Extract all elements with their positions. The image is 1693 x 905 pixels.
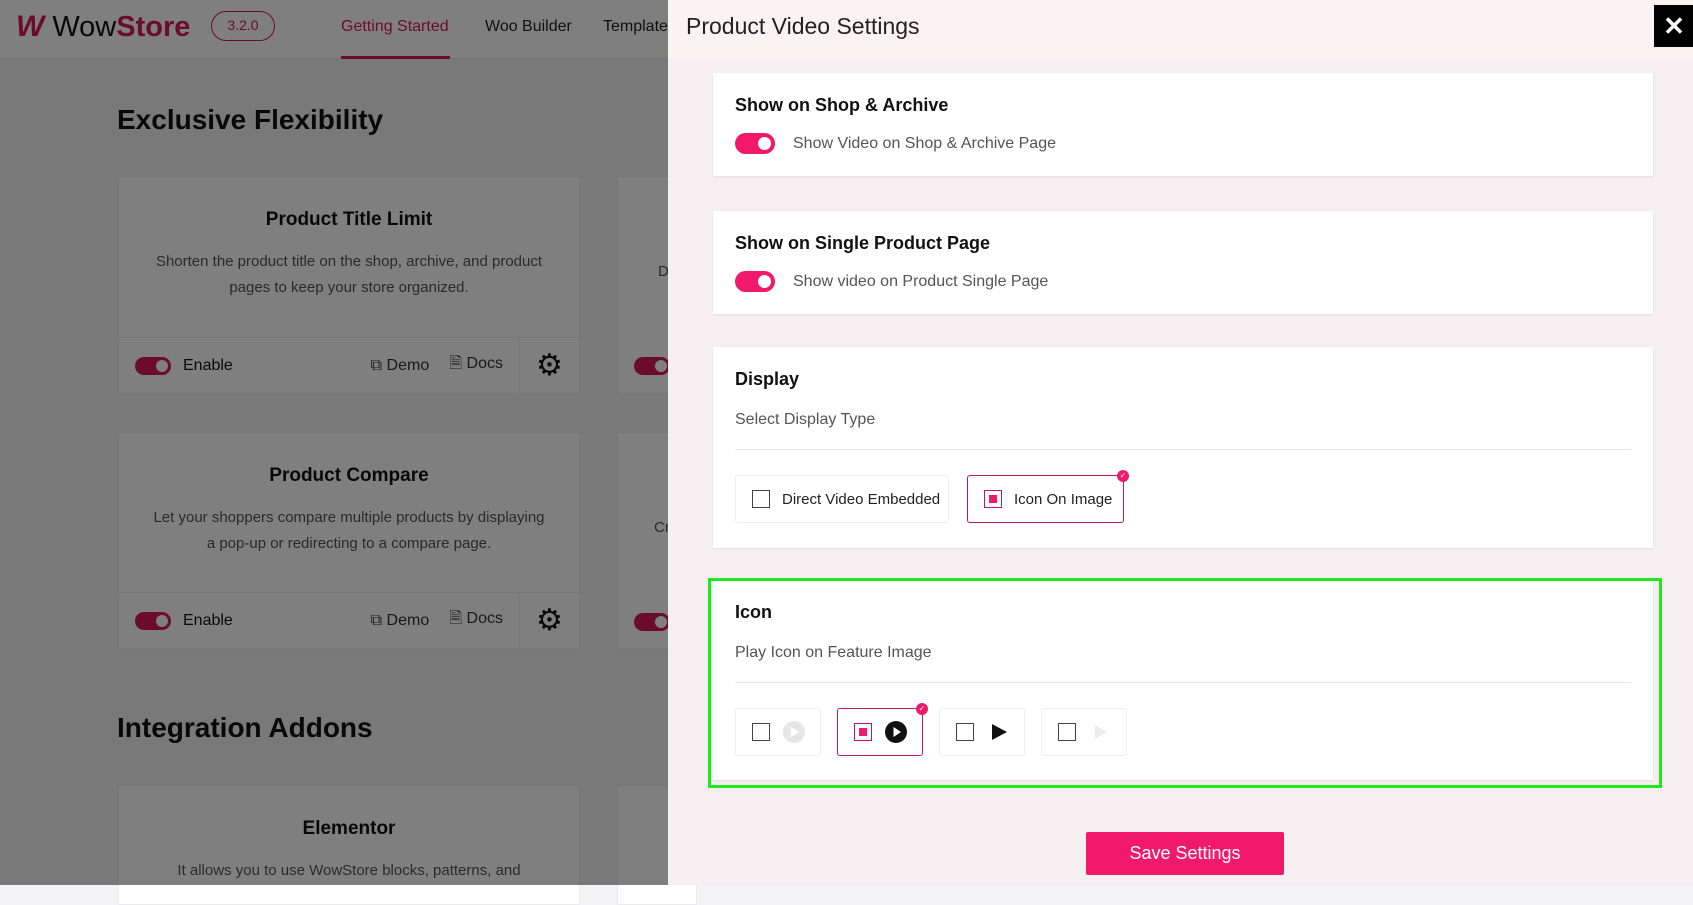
toggle-label: Show Video on Shop & Archive Page — [793, 134, 1056, 152]
option-direct-video[interactable]: Direct Video Embedded — [735, 475, 949, 523]
shop-video-toggle[interactable] — [735, 133, 775, 154]
section-title: Display — [735, 369, 800, 389]
section-subtitle: Select Display Type — [735, 411, 876, 428]
save-settings-button[interactable]: Save Settings — [1086, 832, 1284, 875]
section-title: Show on Shop & Archive — [735, 95, 949, 115]
single-product-section: Show on Single Product Page Show video o… — [713, 211, 1653, 314]
option-icon-on-image[interactable]: Icon On Image ✓ — [967, 470, 1129, 523]
drawer-title: Product Video Settings — [686, 13, 920, 39]
highlight-box — [708, 578, 1662, 788]
checkbox[interactable] — [752, 490, 770, 508]
toggle-label: Show video on Product Single Page — [793, 272, 1049, 290]
divider — [735, 449, 1631, 450]
modal-backdrop[interactable] — [0, 0, 668, 885]
option-label: Icon On Image — [1014, 490, 1113, 508]
selected-check-icon: ✓ — [1117, 470, 1129, 482]
checkbox[interactable] — [984, 490, 1002, 508]
section-title: Show on Single Product Page — [735, 233, 991, 253]
shop-archive-section: Show on Shop & Archive Show Video on Sho… — [713, 73, 1653, 176]
display-section: Display Select Display Type Direct Video… — [713, 347, 1653, 548]
settings-drawer: Product Video Settings ✕ Show on Shop & … — [668, 0, 1693, 885]
single-video-toggle[interactable] — [735, 271, 775, 292]
option-label: Direct Video Embedded — [782, 490, 941, 508]
drawer-header: Product Video Settings ✕ — [668, 0, 1693, 59]
close-icon[interactable]: ✕ — [1654, 5, 1693, 47]
